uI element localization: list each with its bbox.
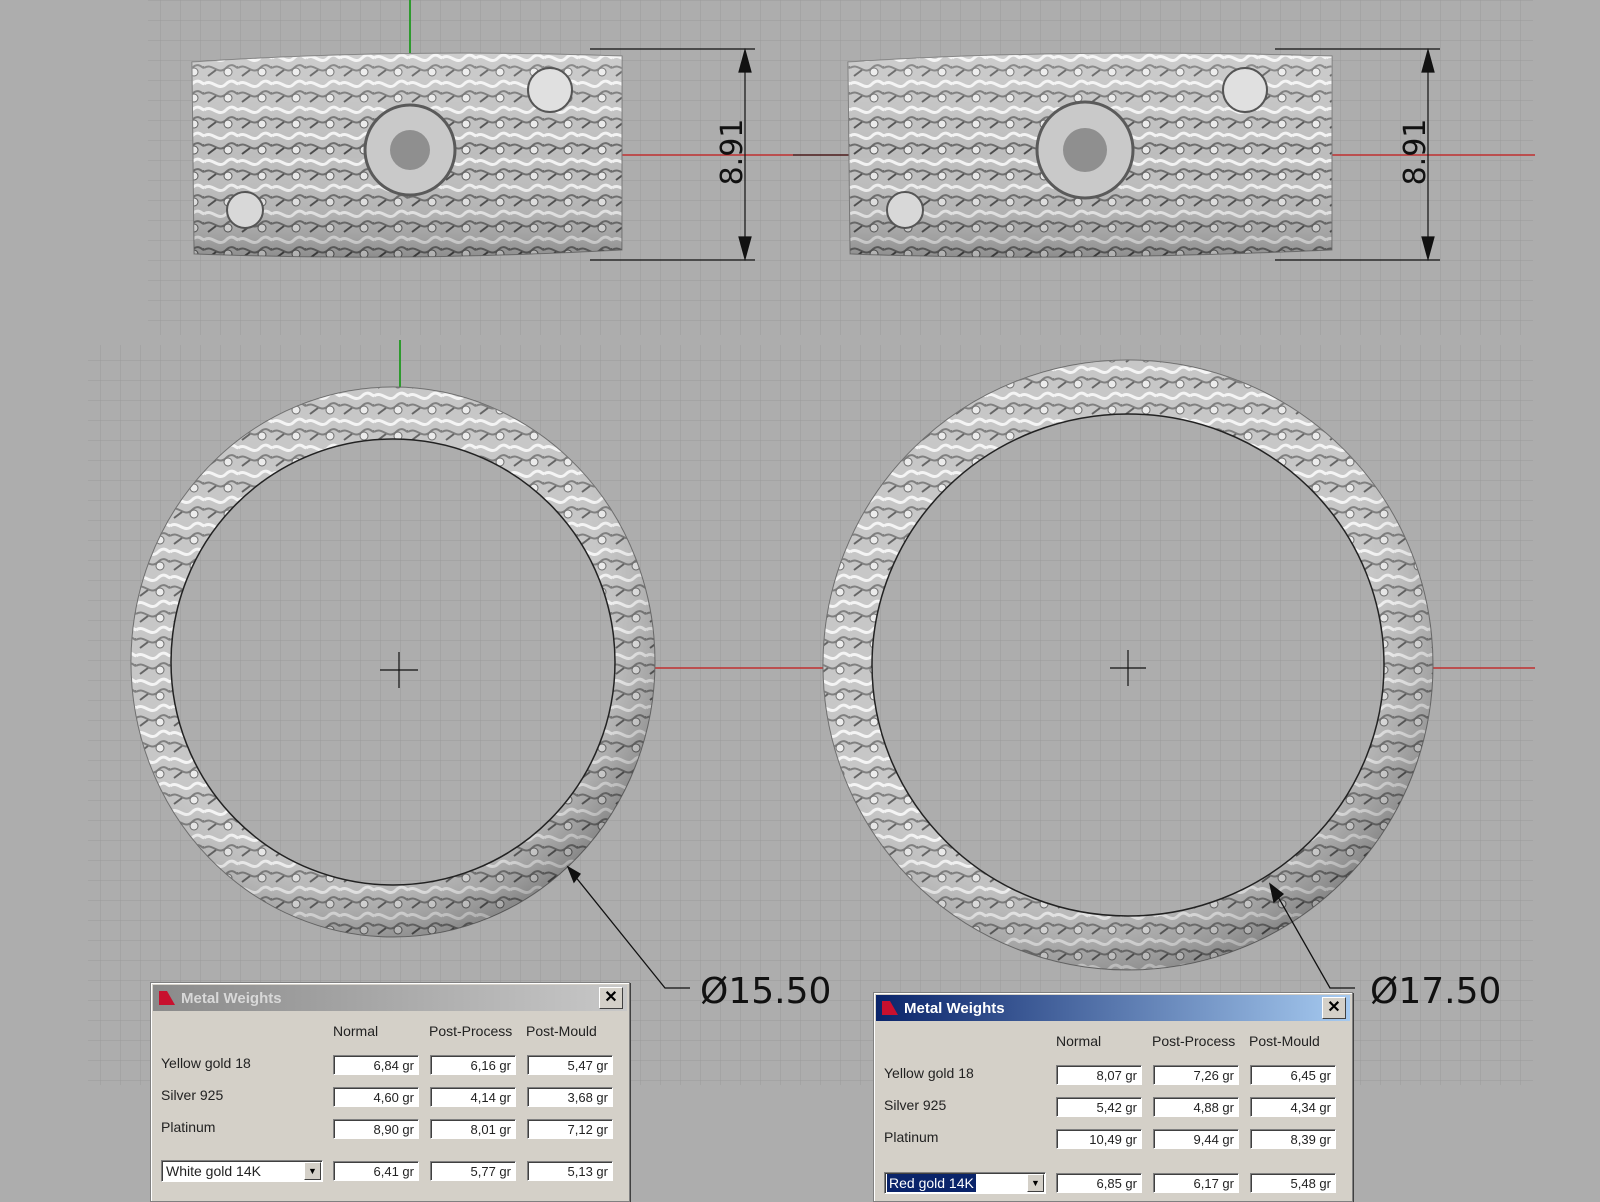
weight-field[interactable]: 10,49 gr [1056,1129,1142,1149]
col-header-normal: Normal [1056,1033,1102,1049]
metal-weights-dialog-left[interactable]: Metal Weights ✕ Normal Post-Process Post… [150,982,630,1202]
row-label-platinum: Platinum [884,1129,939,1145]
weight-field[interactable]: 8,01 gr [430,1119,516,1139]
weight-field[interactable]: 6,45 gr [1250,1065,1336,1085]
weight-field[interactable]: 6,85 gr [1056,1173,1142,1193]
ring-top-view-left [130,386,656,938]
weight-field[interactable]: 5,47 gr [527,1055,613,1075]
diameter-label-right: Ø17.50 [1370,971,1501,1012]
weight-field[interactable]: 4,88 gr [1153,1097,1239,1117]
weight-field[interactable]: 8,39 gr [1250,1129,1336,1149]
col-header-post-mould: Post-Mould [526,1023,597,1039]
height-label-left: 8.91 [715,119,750,186]
weight-field[interactable]: 5,77 gr [430,1161,516,1181]
dialog-titlebar[interactable]: Metal Weights ✕ [876,995,1350,1021]
chevron-down-icon[interactable]: ▼ [304,1162,321,1180]
weight-field[interactable]: 6,84 gr [333,1055,419,1075]
metal-weights-dialog-right[interactable]: Metal Weights ✕ Normal Post-Process Post… [873,992,1353,1202]
weight-field[interactable]: 6,41 gr [333,1161,419,1181]
ring-top-view-right [822,359,1434,971]
ring-side-view-left [191,52,623,258]
col-header-post-process: Post-Process [1152,1033,1236,1049]
ruby-icon [159,991,175,1005]
row-label-yellow-gold: Yellow gold 18 [884,1065,974,1081]
dialog-title: Metal Weights [181,989,282,1007]
row-label-platinum: Platinum [161,1119,216,1135]
metal-select[interactable]: Red gold 14K ▼ [884,1172,1046,1194]
weight-field[interactable]: 5,48 gr [1250,1173,1336,1193]
metal-select-value: Red gold 14K [887,1174,976,1192]
close-button[interactable]: ✕ [1322,997,1346,1019]
row-label-silver: Silver 925 [161,1087,224,1103]
weight-field[interactable]: 4,14 gr [430,1087,516,1107]
weight-field[interactable]: 7,26 gr [1153,1065,1239,1085]
ruby-icon [882,1001,898,1015]
weight-field[interactable]: 8,90 gr [333,1119,419,1139]
weight-field[interactable]: 6,16 gr [430,1055,516,1075]
weight-field[interactable]: 3,68 gr [527,1087,613,1107]
height-label-right: 8.91 [1398,119,1433,186]
weight-field[interactable]: 9,44 gr [1153,1129,1239,1149]
weight-field[interactable]: 5,13 gr [527,1161,613,1181]
weight-field[interactable]: 4,60 gr [333,1087,419,1107]
row-label-silver: Silver 925 [884,1097,947,1113]
dialog-title: Metal Weights [904,999,1005,1017]
ring-side-view-right [847,52,1333,258]
diameter-label-left: Ø15.50 [700,971,831,1012]
chevron-down-icon[interactable]: ▼ [1027,1174,1044,1192]
weight-field[interactable]: 8,07 gr [1056,1065,1142,1085]
metal-select-value: White gold 14K [166,1163,261,1179]
row-label-yellow-gold: Yellow gold 18 [161,1055,251,1071]
close-button[interactable]: ✕ [599,987,623,1009]
weight-field[interactable]: 7,12 gr [527,1119,613,1139]
metal-select[interactable]: White gold 14K ▼ [161,1160,323,1182]
dialog-titlebar[interactable]: Metal Weights ✕ [153,985,627,1011]
col-header-post-process: Post-Process [429,1023,513,1039]
weight-field[interactable]: 5,42 gr [1056,1097,1142,1117]
weight-field[interactable]: 4,34 gr [1250,1097,1336,1117]
weight-field[interactable]: 6,17 gr [1153,1173,1239,1193]
col-header-normal: Normal [333,1023,379,1039]
col-header-post-mould: Post-Mould [1249,1033,1320,1049]
